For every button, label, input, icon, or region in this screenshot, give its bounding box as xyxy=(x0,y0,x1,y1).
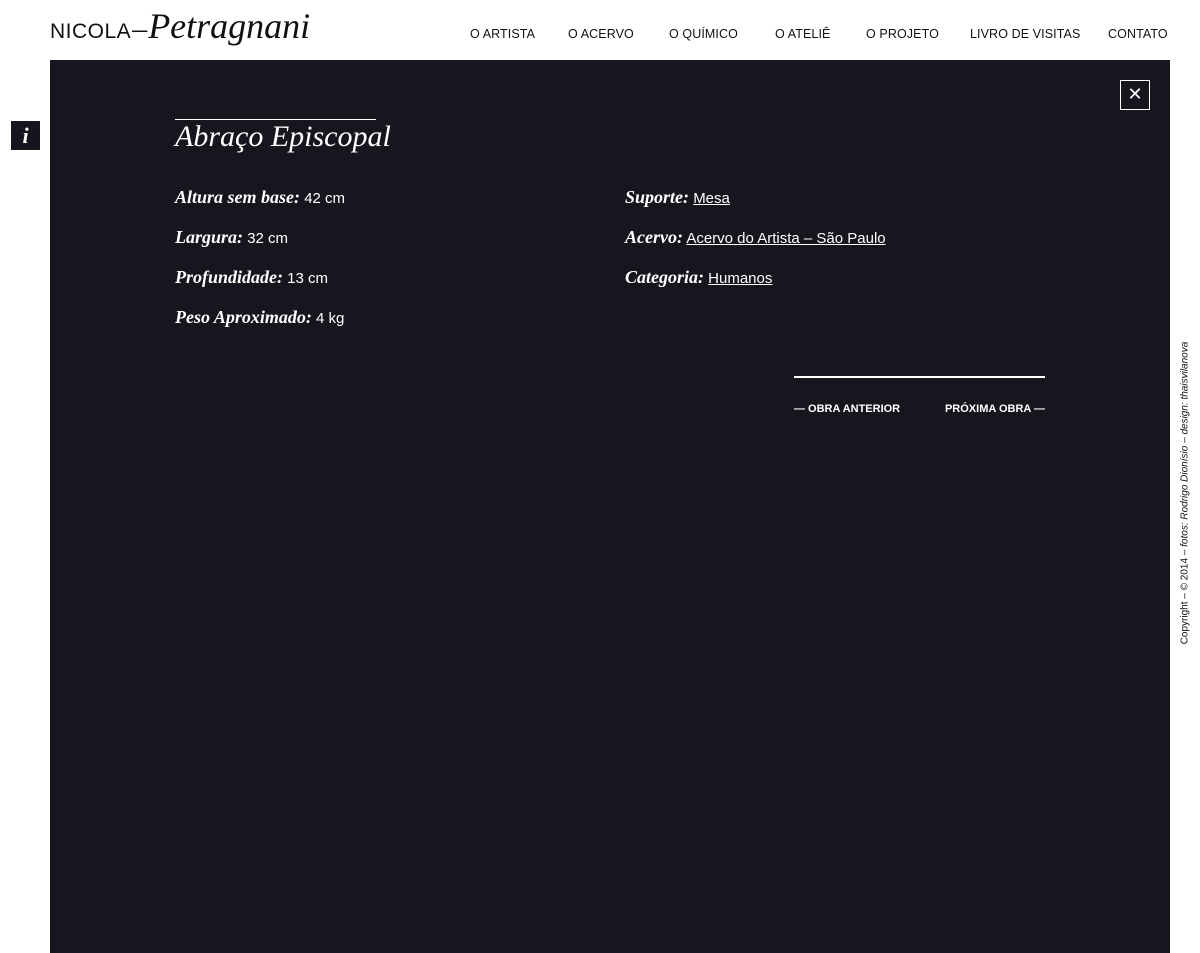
field-label: Profundidade: xyxy=(175,267,283,287)
acervo-link[interactable]: Acervo do Artista – São Paulo xyxy=(686,230,885,247)
main-nav: O ARTISTA O ACERVO O QUÍMICO O ATELIÊ O … xyxy=(0,27,1200,47)
field-label: Peso Aproximado: xyxy=(175,307,312,327)
field-value: 32 cm xyxy=(247,230,289,247)
copyright-notice: Copyright – © 2014 – fotos: Rodrigo Dion… xyxy=(1180,342,1191,645)
info-icon[interactable]: i xyxy=(11,121,40,150)
credit-separator: – xyxy=(1179,434,1191,446)
field-value: 4 kg xyxy=(316,310,345,327)
field-categoria: Categoria: Humanos xyxy=(625,267,772,289)
nav-item-o-quimico[interactable]: O QUÍMICO xyxy=(669,27,738,41)
copyright-prefix: Copyright – © 2014 – xyxy=(1179,546,1191,645)
field-label: Largura: xyxy=(175,227,244,247)
suporte-link[interactable]: Mesa xyxy=(693,190,730,207)
site-header: NICOLA – Petragnani O ARTISTA O ACERVO O… xyxy=(0,0,1200,60)
field-value: 42 cm xyxy=(304,190,346,207)
field-label: Categoria: xyxy=(625,267,704,287)
field-profundidade: Profundidade: 13 cm xyxy=(175,267,328,289)
field-value: 13 cm xyxy=(287,270,329,287)
nav-item-livro-de-visitas[interactable]: LIVRO DE VISITAS xyxy=(970,27,1080,41)
artwork-detail-panel: ✕ Abraço Episcopal Altura sem base: 42 c… xyxy=(50,60,1170,953)
field-label: Acervo: xyxy=(625,227,683,247)
nav-item-o-projeto[interactable]: O PROJETO xyxy=(866,27,939,41)
field-altura: Altura sem base: 42 cm xyxy=(175,187,345,209)
pagination-divider xyxy=(794,376,1045,378)
nav-item-o-acervo[interactable]: O ACERVO xyxy=(568,27,634,41)
nav-item-contato[interactable]: CONTATO xyxy=(1108,27,1168,41)
field-suporte: Suporte: Mesa xyxy=(625,187,730,209)
design-credit: design: thaisvilanova xyxy=(1179,341,1191,435)
nav-item-o-artista[interactable]: O ARTISTA xyxy=(470,27,535,41)
field-peso: Peso Aproximado: 4 kg xyxy=(175,307,344,329)
close-icon[interactable]: ✕ xyxy=(1120,80,1150,110)
nav-item-o-atelie[interactable]: O ATELIÊ xyxy=(775,27,830,41)
next-artwork-link[interactable]: PRÓXIMA OBRA — xyxy=(945,403,1045,415)
field-label: Altura sem base: xyxy=(175,187,301,207)
categoria-link[interactable]: Humanos xyxy=(708,270,772,287)
photos-credit: fotos: Rodrigo Dionísio xyxy=(1179,445,1191,547)
field-largura: Largura: 32 cm xyxy=(175,227,288,249)
field-label: Suporte: xyxy=(625,187,690,207)
artwork-title: Abraço Episcopal xyxy=(175,120,391,153)
field-acervo: Acervo: Acervo do Artista – São Paulo xyxy=(625,227,886,249)
previous-artwork-link[interactable]: — OBRA ANTERIOR xyxy=(794,403,900,415)
